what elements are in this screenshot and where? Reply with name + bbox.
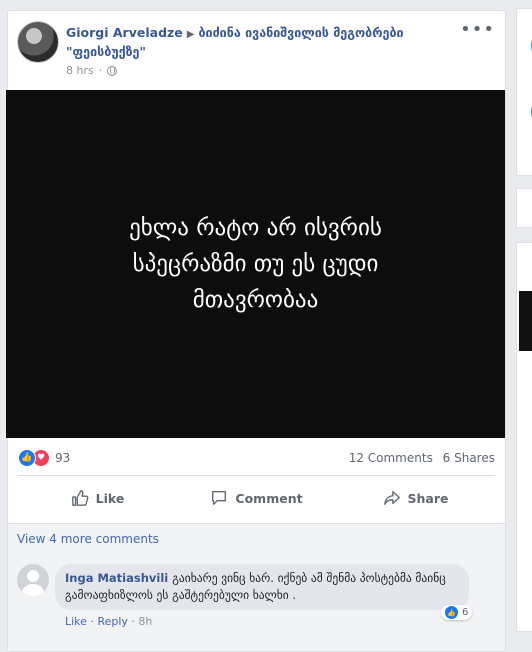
comment-button-label: Comment: [235, 490, 303, 506]
sidebar-thumbnail[interactable]: [519, 291, 532, 351]
post-time[interactable]: 8 hrs: [66, 64, 94, 77]
divider: [18, 475, 495, 476]
post-image-text: ეხლა რატო არ ისვრის სპეცრაზმი თუ ეს ცუდი…: [129, 215, 382, 313]
comment-like-count: 6: [462, 607, 469, 618]
shares-count-link[interactable]: 6 Shares: [443, 451, 495, 465]
view-more-comments-link[interactable]: View 4 more comments: [17, 532, 159, 546]
engagement-counts: 12 Comments 6 Shares: [349, 451, 495, 465]
post-image[interactable]: ეხლა რატო არ ისვრის სპეცრაზმი თუ ეს ცუდი…: [6, 90, 505, 438]
thumbs-up-icon: [71, 490, 89, 506]
post-meta: 8 hrs ·: [66, 64, 118, 77]
more-options-button[interactable]: •••: [460, 19, 495, 40]
comments-count-link[interactable]: 12 Comments: [349, 451, 433, 465]
sidebar-card: [516, 8, 532, 176]
comment-reply-link[interactable]: Reply: [97, 615, 127, 628]
sidebar-card: [516, 242, 532, 632]
comment-like-link[interactable]: Like: [65, 615, 87, 628]
sidebar-card: [516, 188, 532, 228]
like-reaction-icon: 👍: [18, 449, 36, 467]
share-button-label: Share: [407, 490, 449, 506]
comment-bubble: Inga Matiashvili გაიხარე ვინც ხარ. იქნებ …: [55, 564, 469, 610]
like-reaction-icon: 👍: [445, 606, 458, 619]
comment-actions: Like · Reply · 8h: [65, 615, 153, 628]
author-avatar[interactable]: [17, 21, 59, 63]
post-header: Giorgi Arveladze ▶ ბიძინა ივანიშვილის მეგო…: [66, 24, 446, 60]
like-button[interactable]: Like: [18, 483, 177, 513]
share-icon: [383, 491, 400, 505]
commenter-avatar[interactable]: [17, 564, 49, 596]
caret-right-icon: ▶: [186, 29, 195, 40]
comment-time[interactable]: 8h: [138, 615, 152, 628]
feed-post: Giorgi Arveladze ▶ ბიძინა ივანიშვილის მეგო…: [6, 10, 506, 652]
comment-icon: [212, 491, 227, 505]
commenter-name[interactable]: Inga Matiashvili: [65, 571, 168, 585]
comments-section: View 4 more comments Inga Matiashvili გაი…: [8, 523, 505, 651]
comment-button[interactable]: Comment: [177, 483, 336, 513]
reactions-count: 93: [55, 451, 71, 465]
right-sidebar: [511, 0, 532, 632]
author-name[interactable]: Giorgi Arveladze: [66, 25, 183, 40]
share-button[interactable]: Share: [336, 483, 495, 513]
like-button-label: Like: [95, 490, 125, 506]
comment-reactions[interactable]: 👍 6: [441, 605, 473, 620]
post-actions: Like Comment Share: [18, 483, 495, 513]
globe-icon: [107, 65, 118, 76]
reactions-summary[interactable]: 👍 ♥ 93: [18, 449, 70, 467]
